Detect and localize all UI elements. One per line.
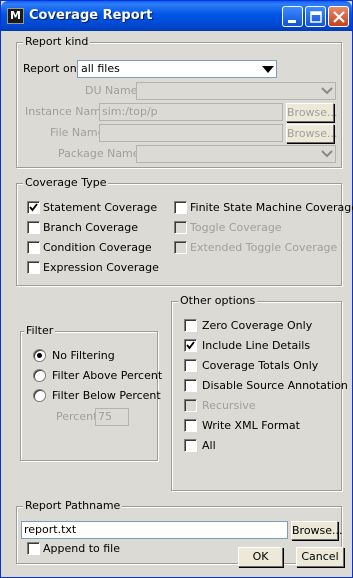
checkmark-icon: [186, 341, 195, 350]
close-button[interactable]: [328, 6, 349, 27]
append-to-file-checkbox[interactable]: [27, 542, 40, 555]
filter-below-radio[interactable]: [33, 389, 46, 402]
recursive-label: Recursive: [202, 399, 256, 412]
branch-coverage-checkbox[interactable]: [27, 221, 40, 234]
title-bar[interactable]: M Coverage Report: [1, 1, 352, 31]
report-pathname-browse-button[interactable]: Browse...: [291, 521, 343, 540]
percent-field[interactable]: 75: [95, 408, 129, 426]
filter-above-radio[interactable]: [33, 369, 46, 382]
filter-above-label: Filter Above Percent: [52, 369, 163, 382]
expression-coverage-checkbox[interactable]: [27, 261, 40, 274]
package-name-label: Package Name: [58, 147, 140, 160]
report-on-select[interactable]: all files: [77, 60, 277, 78]
report-on-label: Report on: [23, 62, 77, 75]
du-name-select[interactable]: [136, 82, 336, 100]
write-xml-format-checkbox[interactable]: [184, 419, 197, 432]
chevron-down-icon: [321, 150, 333, 158]
window-title: Coverage Report: [29, 8, 153, 23]
all-checkbox[interactable]: [184, 439, 197, 452]
package-name-select[interactable]: [136, 145, 336, 163]
extended-toggle-coverage-label: Extended Toggle Coverage: [190, 241, 338, 254]
disable-source-annotation-checkbox[interactable]: [184, 379, 197, 392]
no-filtering-radio[interactable]: [33, 349, 46, 362]
app-icon: M: [7, 8, 24, 24]
include-line-details-label: Include Line Details: [202, 339, 311, 352]
minimize-button[interactable]: [282, 6, 303, 27]
all-label: All: [202, 439, 216, 452]
no-filtering-label: No Filtering: [52, 349, 115, 362]
instance-name-label: Instance Name: [25, 105, 108, 118]
coverage-type-group: Coverage Type Statement Coverage Branch …: [16, 176, 353, 286]
other-options-group: Other options Zero Coverage Only Include…: [171, 294, 348, 491]
report-kind-group: Report kind Report on all files DU Name …: [16, 35, 342, 168]
filter-group: Filter No Filtering Filter Above Percent…: [20, 324, 162, 461]
cancel-button[interactable]: Cancel: [296, 547, 344, 567]
disable-source-annotation-label: Disable Source Annotation: [202, 379, 348, 392]
dialog-body: Report kind Report on all files DU Name …: [4, 31, 353, 575]
expression-coverage-label: Expression Coverage: [43, 261, 159, 274]
close-icon: [333, 11, 345, 23]
toggle-coverage-checkbox[interactable]: [174, 221, 187, 234]
file-browse-button[interactable]: Browse...: [286, 124, 338, 143]
file-name-label: File Name: [50, 126, 105, 139]
chevron-down-icon: [321, 87, 333, 95]
chevron-down-icon: [262, 66, 274, 73]
percent-label: Percent: [56, 410, 98, 423]
report-pathname-legend: Report Pathname: [23, 499, 123, 512]
report-pathname-field[interactable]: report.txt: [21, 521, 288, 539]
other-options-legend: Other options: [178, 294, 258, 307]
du-name-label: DU Name: [85, 84, 138, 97]
include-line-details-checkbox[interactable]: [184, 339, 197, 352]
maximize-button[interactable]: [305, 6, 326, 27]
condition-coverage-label: Condition Coverage: [43, 241, 152, 254]
coverage-totals-only-checkbox[interactable]: [184, 359, 197, 372]
coverage-type-legend: Coverage Type: [23, 176, 109, 189]
ok-button[interactable]: OK: [238, 547, 283, 567]
maximize-icon: [310, 11, 322, 23]
zero-coverage-only-checkbox[interactable]: [184, 319, 197, 332]
extended-toggle-coverage-checkbox[interactable]: [174, 241, 187, 254]
report-on-value: all files: [81, 62, 120, 75]
toggle-coverage-label: Toggle Coverage: [190, 221, 282, 234]
minimize-icon: [288, 20, 296, 23]
fsm-coverage-label: Finite State Machine Coverage: [190, 201, 353, 214]
coverage-report-window: M Coverage Report Report kind Report on …: [0, 0, 353, 578]
append-to-file-label: Append to file: [43, 542, 120, 555]
instance-browse-button[interactable]: Browse...: [286, 103, 338, 122]
filter-below-label: Filter Below Percent: [52, 389, 161, 402]
instance-name-field[interactable]: sim:/top/p: [99, 103, 283, 121]
recursive-checkbox[interactable]: [184, 399, 197, 412]
zero-coverage-only-label: Zero Coverage Only: [202, 319, 313, 332]
coverage-totals-only-label: Coverage Totals Only: [202, 359, 319, 372]
checkmark-icon: [29, 203, 38, 212]
branch-coverage-label: Branch Coverage: [43, 221, 138, 234]
statement-coverage-checkbox[interactable]: [27, 201, 40, 214]
filter-legend: Filter: [24, 324, 56, 337]
condition-coverage-checkbox[interactable]: [27, 241, 40, 254]
radio-selected-dot: [37, 353, 42, 358]
file-name-field[interactable]: [99, 124, 283, 142]
statement-coverage-label: Statement Coverage: [43, 201, 158, 214]
report-pathname-group: Report Pathname report.txt Browse... App…: [16, 499, 343, 564]
report-kind-legend: Report kind: [23, 35, 91, 48]
write-xml-format-label: Write XML Format: [202, 419, 300, 432]
fsm-coverage-checkbox[interactable]: [174, 201, 187, 214]
